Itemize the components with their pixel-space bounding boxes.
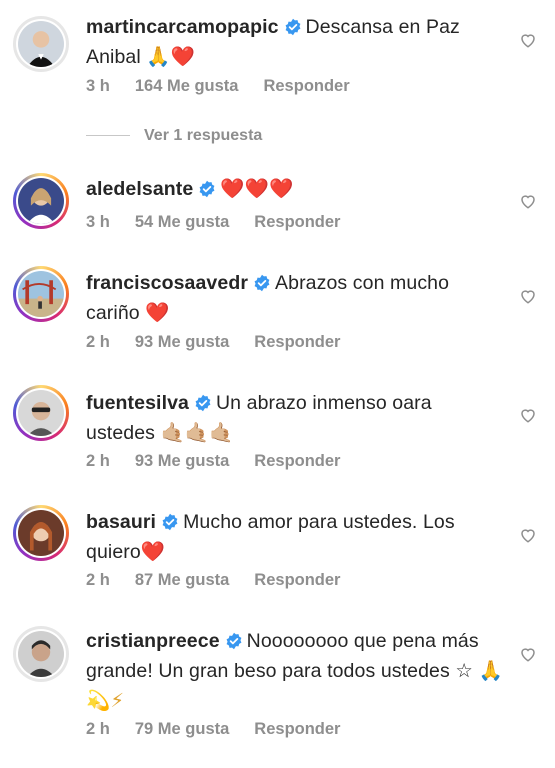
- reply-button[interactable]: Responder: [263, 77, 349, 95]
- comment-likes[interactable]: 54 Me gusta: [135, 213, 229, 231]
- verified-badge-icon: [162, 513, 178, 531]
- view-replies-button[interactable]: Ver 1 respuesta: [86, 127, 262, 145]
- comment-time: 3 h: [86, 77, 110, 95]
- comment-username[interactable]: aledelsante: [86, 178, 193, 200]
- verified-badge-icon: [226, 632, 242, 650]
- heart-outline-icon[interactable]: [519, 406, 537, 424]
- comment-emoji: ❤️: [145, 301, 170, 324]
- reply-button[interactable]: Responder: [254, 452, 340, 470]
- avatar[interactable]: [13, 505, 69, 561]
- reply-button[interactable]: Responder: [254, 720, 340, 738]
- comment-time: 2 h: [86, 571, 110, 589]
- comment-time: 2 h: [86, 452, 110, 470]
- comment-emoji: 🤙🏼🤙🏼🤙🏼: [160, 421, 234, 444]
- heart-outline-icon[interactable]: [519, 645, 537, 663]
- comment-emoji: 🙏❤️: [146, 45, 196, 68]
- divider: [86, 135, 130, 137]
- comment-time: 3 h: [86, 213, 110, 231]
- comment-username[interactable]: franciscosaavedr: [86, 272, 248, 294]
- avatar[interactable]: [13, 385, 69, 441]
- comment-likes[interactable]: 87 Me gusta: [135, 571, 229, 589]
- verified-badge-icon: [199, 180, 215, 198]
- comment-likes[interactable]: 164 Me gusta: [135, 77, 239, 95]
- comment-time: 2 h: [86, 333, 110, 351]
- verified-badge-icon: [285, 18, 300, 36]
- comment-time: 2 h: [86, 720, 110, 738]
- verified-badge-icon: [195, 394, 211, 412]
- comment-likes[interactable]: 93 Me gusta: [135, 452, 229, 470]
- heart-outline-icon[interactable]: [519, 192, 537, 210]
- heart-outline-icon[interactable]: [519, 31, 537, 49]
- avatar[interactable]: [13, 626, 69, 682]
- comment-likes[interactable]: 93 Me gusta: [135, 333, 229, 351]
- reply-button[interactable]: Responder: [254, 333, 340, 351]
- comment-username[interactable]: martincarcamopapic: [86, 16, 279, 38]
- avatar[interactable]: [13, 173, 69, 229]
- avatar[interactable]: [13, 16, 69, 72]
- heart-outline-icon[interactable]: [519, 287, 537, 305]
- reply-button[interactable]: Responder: [254, 213, 340, 231]
- comment-likes[interactable]: 79 Me gusta: [135, 720, 229, 738]
- comment-username[interactable]: fuentesilva: [86, 392, 189, 414]
- comment-emoji: ❤️❤️❤️: [220, 177, 294, 200]
- comment-emoji: ❤️: [140, 540, 166, 563]
- comment-username[interactable]: basauri: [86, 511, 156, 533]
- avatar[interactable]: [13, 266, 69, 322]
- heart-outline-icon[interactable]: [519, 526, 537, 544]
- comment-username[interactable]: cristianpreece: [86, 630, 220, 652]
- verified-badge-icon: [254, 274, 270, 292]
- view-replies-label: Ver 1 respuesta: [144, 127, 263, 144]
- reply-button[interactable]: Responder: [254, 571, 340, 589]
